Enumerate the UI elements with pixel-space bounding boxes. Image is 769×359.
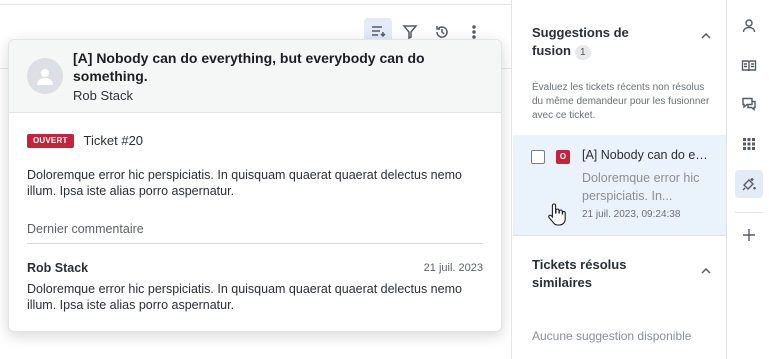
suggestion-date: 21 juil. 2023, 09:24:38 [582,209,681,220]
book-icon [741,60,757,72]
rail-conversations-button[interactable] [735,90,763,118]
comment-header: Rob Stack 21 juil. 2023 [27,261,483,275]
suggestion-title[interactable]: [A] Nobody can do everything, but everyb… [582,148,714,162]
rail-add-button[interactable] [735,221,763,249]
more-vertical-icon [472,25,476,39]
merge-sparkle-icon [742,178,756,191]
rail-merge-button[interactable] [735,170,763,198]
conversation-icon [742,97,756,111]
rail-knowledge-button[interactable] [735,52,763,80]
user-avatar-icon [37,69,53,85]
context-panel: Suggestions de fusion 1 Évaluez les ticke… [511,0,726,359]
popover-heading: [A] Nobody can do everything, but everyb… [73,49,501,103]
comment-date: 21 juil. 2023 [423,262,483,274]
filter-icon [402,25,418,40]
ticket-description: Doloremque error hic perspiciatis. In qu… [27,168,462,198]
collapse-similar-button[interactable] [700,264,712,276]
user-icon [742,19,756,33]
hand-cursor-icon [548,203,566,226]
last-comment-label: Dernier commentaire [27,222,483,244]
popover-body: OUVERT Ticket #20 Doloremque error hic p… [9,113,501,313]
chevron-up-icon [701,32,711,39]
ticket-preview-popover: [A] Nobody can do everything, but everyb… [8,39,502,332]
rail-divider [735,212,763,213]
collapse-merge-button[interactable] [700,29,712,41]
similar-tickets-title: Tickets résolus similaires [532,257,627,290]
list-settings-icon [372,26,386,38]
add-icon [743,229,755,241]
ticket-author: Rob Stack [73,88,133,103]
avatar [27,58,63,94]
chevron-up-icon [701,267,711,274]
similar-tickets-header[interactable]: Tickets résolus similaires [532,256,712,292]
merge-suggestions-header[interactable]: Suggestions de fusion 1 [532,24,712,60]
suggestion-description: Doloremque error hic perspiciatis. In... [582,171,700,203]
history-icon [436,26,448,38]
ticket-title: [A] Nobody can do everything, but everyb… [73,50,425,84]
status-badge: OUVERT [27,133,74,148]
ticket-meta: OUVERT Ticket #20 [27,133,483,148]
merge-suggestion-item[interactable]: O [A] Nobody can do everything, but ever… [513,135,726,236]
suggestion-count-badge: 1 [575,45,591,60]
apps-grid-icon [743,138,755,150]
rail-apps-button[interactable] [735,130,763,158]
no-suggestion-text: Aucune suggestion disponible [532,329,692,343]
popover-header: [A] Nobody can do everything, but everyb… [9,40,501,113]
comment-author: Rob Stack [27,261,89,275]
merge-suggestions-title: Suggestions de fusion 1 [532,24,642,60]
suggestion-status-badge: O [556,150,570,164]
merge-hint: Évaluez les tickets récents non résolus … [532,82,710,121]
suggestion-checkbox[interactable] [531,150,545,164]
context-rail [726,0,769,359]
ticket-number: Ticket #20 [83,133,144,148]
top-divider [0,4,511,5]
rail-user-button[interactable] [735,12,763,40]
comment-text: Doloremque error hic perspiciatis. In qu… [27,282,462,312]
